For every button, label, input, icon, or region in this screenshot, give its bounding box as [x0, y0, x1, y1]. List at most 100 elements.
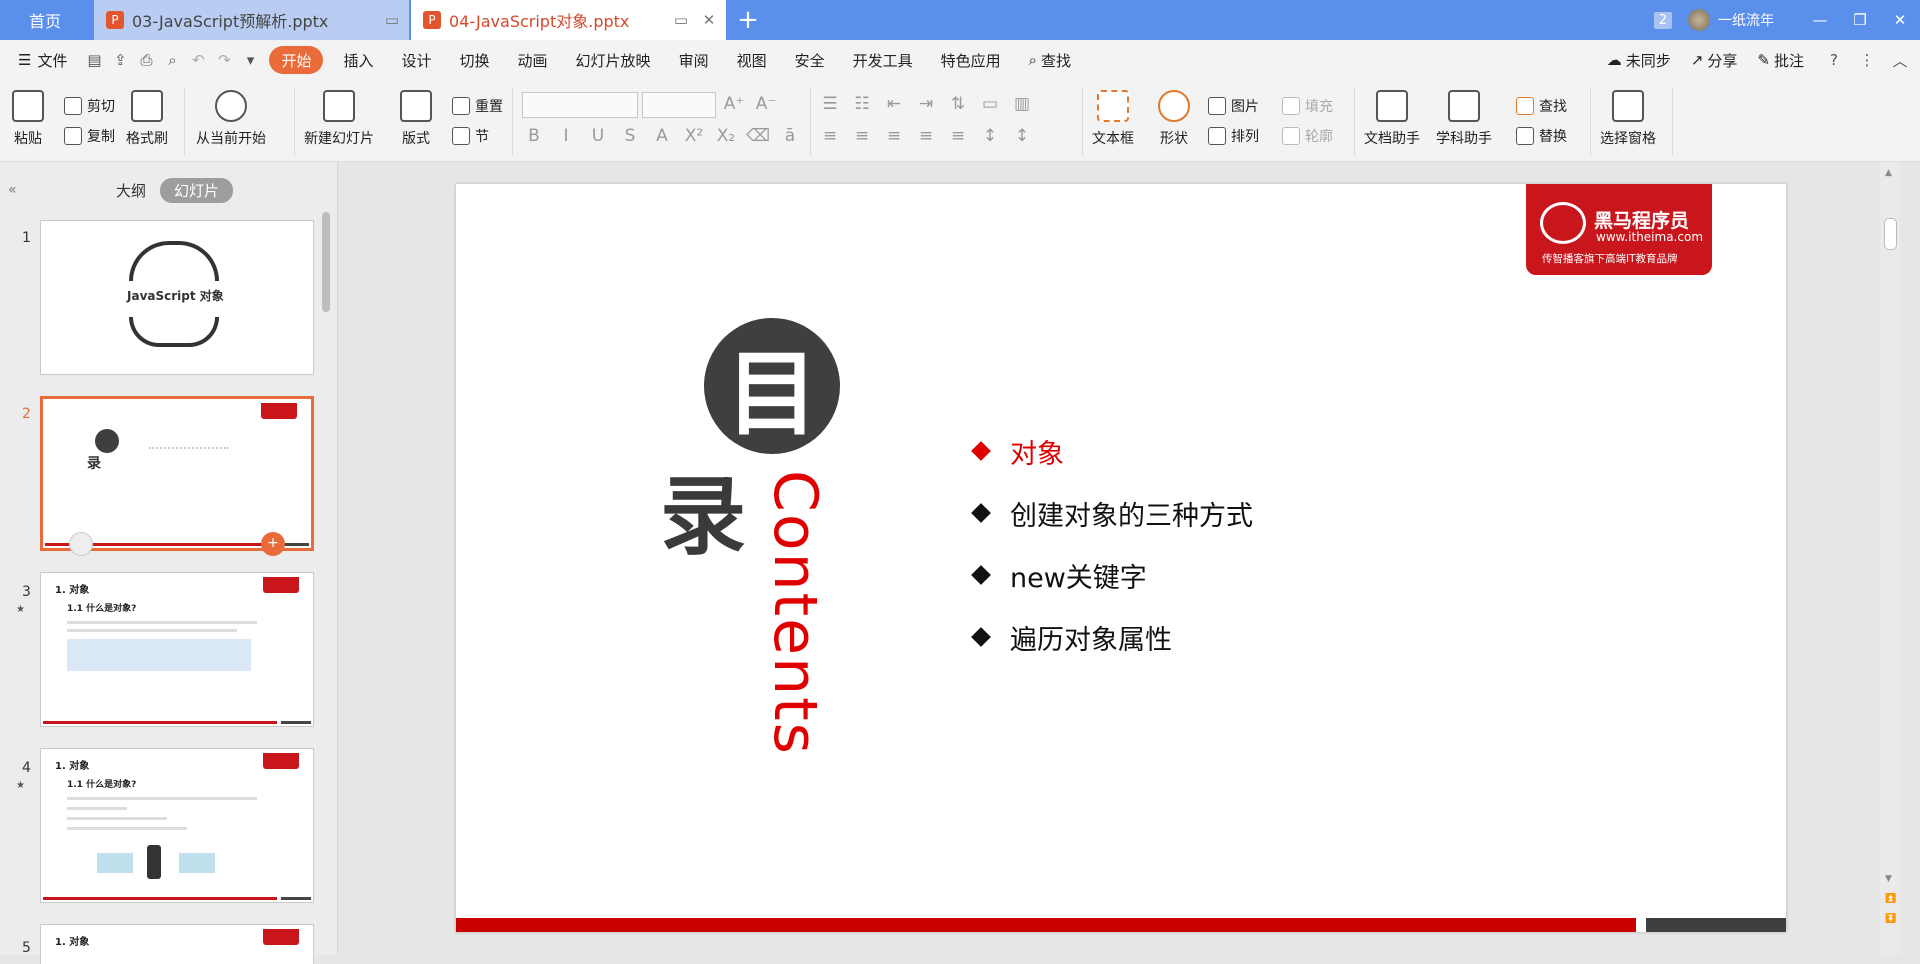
- shrink-font-icon[interactable]: A⁻: [754, 94, 778, 114]
- outdent-icon[interactable]: ⇤: [882, 94, 906, 114]
- slide-thumbnail-5[interactable]: 1. 对象: [40, 924, 314, 964]
- avatar[interactable]: [1688, 9, 1710, 31]
- font-name-select[interactable]: [522, 92, 638, 118]
- slide-thumbnail-3[interactable]: 1. 对象 1.1 什么是对象?: [40, 572, 314, 727]
- new-slide-button[interactable]: 新建幻灯片: [304, 80, 374, 148]
- menu-tab-animation[interactable]: 动画: [504, 46, 562, 74]
- play-slide-icon[interactable]: [69, 532, 93, 556]
- slide-thumbnail-4[interactable]: 1. 对象 1.1 什么是对象?: [40, 748, 314, 903]
- menu-tab-transition[interactable]: 切换: [446, 46, 504, 74]
- menu-tab-design[interactable]: 设计: [388, 46, 446, 74]
- tab-file-object[interactable]: P 04-JavaScript对象.pptx ▭ ✕: [411, 0, 726, 40]
- align-left-icon[interactable]: ≡: [818, 126, 842, 146]
- comment-button[interactable]: ✎ 批注: [1747, 46, 1814, 74]
- save-icon[interactable]: ▤: [81, 51, 107, 69]
- reset-button[interactable]: 重置: [452, 94, 503, 118]
- canvas-scrollbar[interactable]: ▲ ▼ ⏫ ⏬: [1880, 162, 1900, 955]
- paste-button[interactable]: 粘贴: [12, 80, 44, 148]
- print-icon[interactable]: ⎙: [133, 51, 159, 69]
- underline-icon[interactable]: U: [586, 126, 610, 146]
- shape-button[interactable]: 形状: [1158, 80, 1190, 148]
- more-icon[interactable]: ⋮: [1854, 51, 1880, 69]
- restore-icon[interactable]: ❐: [1840, 11, 1880, 29]
- line-spacing-icon[interactable]: ↕: [978, 126, 1002, 146]
- para-spacing-icon[interactable]: ↕: [1010, 126, 1034, 146]
- close-tab-icon[interactable]: ✕: [698, 11, 720, 29]
- close-icon[interactable]: ✕: [1880, 11, 1920, 29]
- numbering-icon[interactable]: ☷: [850, 94, 874, 114]
- slides-tab[interactable]: 幻灯片: [160, 178, 234, 203]
- align-center-icon[interactable]: ≡: [850, 126, 874, 146]
- layout-button[interactable]: 版式: [400, 80, 432, 148]
- columns-icon[interactable]: ▥: [1010, 94, 1034, 114]
- menu-tab-insert[interactable]: 插入: [329, 46, 387, 74]
- menu-tab-home[interactable]: 开始: [269, 46, 324, 74]
- grow-font-icon[interactable]: A⁺: [722, 94, 746, 114]
- picture-button[interactable]: 图片: [1208, 94, 1259, 118]
- font-color-icon[interactable]: A: [650, 126, 674, 146]
- print-preview-icon[interactable]: ⌕: [159, 51, 185, 69]
- superscript-icon[interactable]: X²: [682, 126, 706, 146]
- slide-thumbnail-1[interactable]: JavaScript 对象: [40, 220, 314, 375]
- prev-slide-icon[interactable]: ⏫: [1885, 894, 1896, 904]
- share-file-icon[interactable]: ⇪: [107, 51, 133, 69]
- section-button[interactable]: 节: [452, 124, 489, 148]
- minimize-icon[interactable]: —: [1800, 11, 1840, 29]
- textbox-button[interactable]: 文本框: [1092, 80, 1134, 148]
- indent-icon[interactable]: ⇥: [914, 94, 938, 114]
- subject-assistant-button[interactable]: 学科助手: [1436, 80, 1492, 148]
- help-icon[interactable]: ?: [1814, 51, 1854, 69]
- menu-search[interactable]: ⌕ 查找: [1015, 46, 1085, 74]
- slide-thumbnail-2[interactable]: 录 +: [40, 396, 314, 556]
- pin-icon[interactable]: ▭: [381, 11, 403, 29]
- new-tab-button[interactable]: +: [730, 0, 766, 40]
- align-right-icon[interactable]: ≡: [882, 126, 906, 146]
- file-menu[interactable]: ☰ 文件: [0, 46, 81, 74]
- menu-tab-devtools[interactable]: 开发工具: [839, 46, 927, 74]
- arrange-button[interactable]: 排列: [1208, 124, 1259, 148]
- justify-icon[interactable]: ≡: [914, 126, 938, 146]
- format-painter-button[interactable]: 格式刷: [126, 80, 168, 148]
- outline-tab[interactable]: 大纲: [102, 178, 160, 203]
- customize-dropdown-icon[interactable]: ▾: [237, 51, 263, 69]
- pin-icon[interactable]: ▭: [670, 11, 692, 29]
- menu-tab-special[interactable]: 特色应用: [927, 46, 1015, 74]
- cut-button[interactable]: 剪切: [64, 94, 115, 118]
- bold-icon[interactable]: B: [522, 126, 546, 146]
- undo-icon[interactable]: ↶: [185, 51, 211, 69]
- menu-tab-view[interactable]: 视图: [723, 46, 781, 74]
- clear-format-icon[interactable]: ⌫: [746, 126, 770, 146]
- sync-button[interactable]: ☁ 未同步: [1597, 46, 1681, 74]
- distribute-icon[interactable]: ≡: [946, 126, 970, 146]
- tab-file-preparse[interactable]: P 03-JavaScript预解析.pptx ▭: [94, 0, 409, 40]
- window-count-badge[interactable]: 2: [1653, 11, 1672, 29]
- menu-tab-review[interactable]: 审阅: [665, 46, 723, 74]
- outline-button[interactable]: 轮廓: [1282, 124, 1333, 148]
- align-text-icon[interactable]: ▭: [978, 94, 1002, 114]
- text-direction-icon[interactable]: ⇅: [946, 94, 970, 114]
- redo-icon[interactable]: ↷: [211, 51, 237, 69]
- subscript-icon[interactable]: X₂: [714, 126, 738, 146]
- scroll-thumb[interactable]: [1884, 218, 1897, 250]
- strike-icon[interactable]: S: [618, 126, 642, 146]
- bullets-icon[interactable]: ☰: [818, 94, 842, 114]
- find-button[interactable]: 查找: [1516, 94, 1567, 118]
- fill-button[interactable]: 填充: [1282, 94, 1333, 118]
- collapse-panel-icon[interactable]: «: [8, 182, 17, 198]
- next-slide-icon[interactable]: ⏬: [1885, 914, 1896, 924]
- slide-2[interactable]: 黑马程序员 www.itheima.com 传智播客旗下高端IT教育品牌 目 录…: [456, 184, 1786, 932]
- scroll-up-icon[interactable]: ▲: [1885, 168, 1892, 178]
- doc-assistant-button[interactable]: 文档助手: [1364, 80, 1420, 148]
- panel-scrollbar[interactable]: [322, 212, 330, 312]
- copy-button[interactable]: 复制: [64, 124, 115, 148]
- tab-home[interactable]: 首页: [0, 0, 90, 40]
- menu-tab-security[interactable]: 安全: [781, 46, 839, 74]
- italic-icon[interactable]: I: [554, 126, 578, 146]
- menu-tab-slideshow[interactable]: 幻灯片放映: [562, 46, 665, 74]
- collapse-ribbon-icon[interactable]: ︿: [1880, 50, 1920, 71]
- font-size-select[interactable]: [642, 92, 716, 118]
- play-from-current-button[interactable]: 从当前开始: [196, 80, 266, 148]
- char-spacing-icon[interactable]: ā: [778, 126, 802, 146]
- user-name[interactable]: 一纸流年: [1718, 10, 1774, 30]
- share-button[interactable]: ↗ 分享: [1681, 46, 1748, 74]
